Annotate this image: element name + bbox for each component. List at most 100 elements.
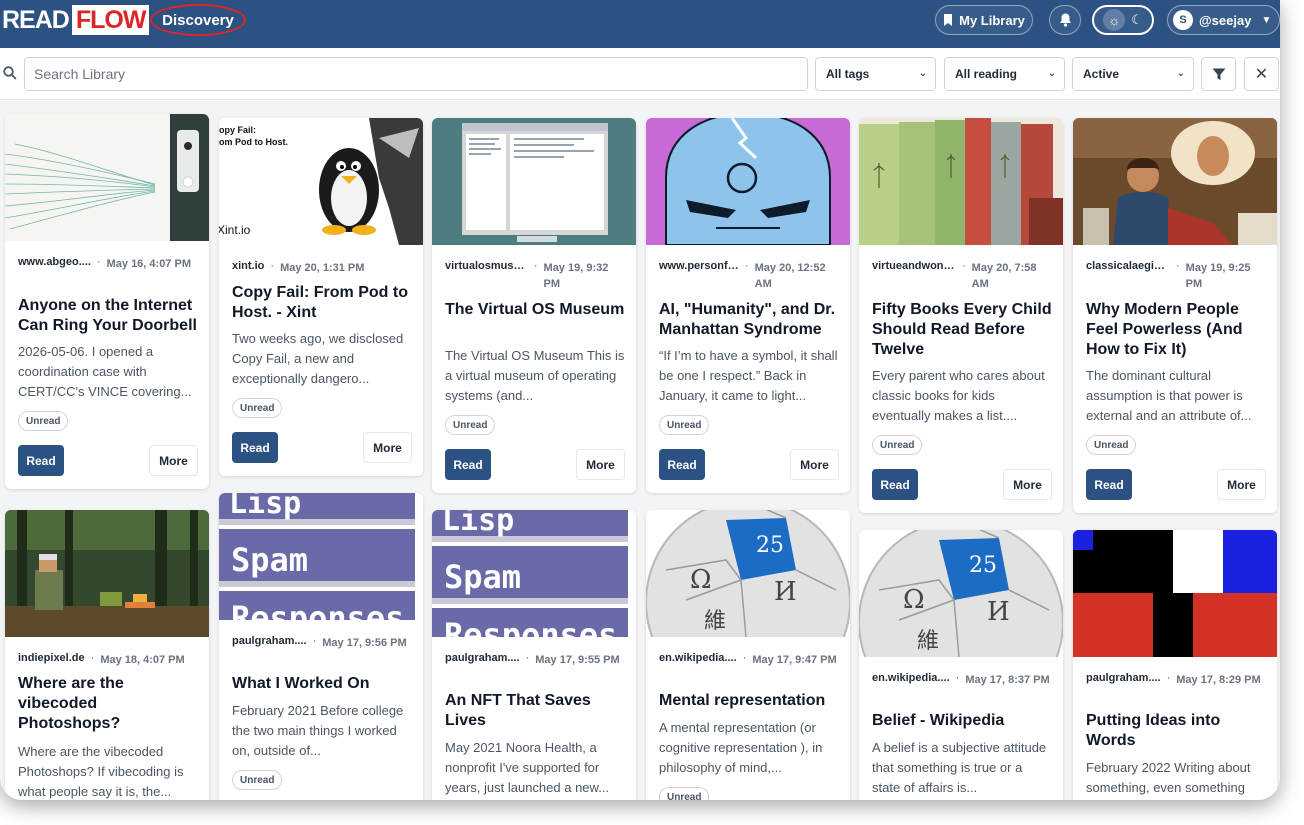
thumb-caption: om Pod to Host. xyxy=(219,137,288,147)
article-title[interactable]: Belief - Wikipedia xyxy=(872,711,1054,731)
article-card[interactable]: www.personfa... · May 20, 12:52 AM AI, "… xyxy=(646,118,850,493)
sun-icon[interactable]: ☼ xyxy=(1103,9,1126,31)
more-button[interactable]: More xyxy=(1003,469,1052,500)
article-excerpt: Two weeks ago, we disclosed Copy Fail, a… xyxy=(232,331,404,386)
article-card[interactable]: virtualosmuse... · May 19, 9:32 PM The V… xyxy=(432,118,636,493)
article-title[interactable]: Putting Ideas into Words xyxy=(1086,711,1268,751)
more-button[interactable]: More xyxy=(576,449,625,480)
username-label: @seejay xyxy=(1199,12,1252,28)
article-card[interactable]: 25 Ω И 維 en.wikipedia.... · May 17, 9:47… xyxy=(646,510,850,800)
article-thumbnail[interactable] xyxy=(1073,118,1277,245)
article-card[interactable]: classicalaegis.su... · May 19, 9:25 PM W… xyxy=(1073,118,1277,513)
tags-filter-select[interactable]: All tags ⌄ xyxy=(815,57,936,91)
unread-badge: Unread xyxy=(872,435,923,455)
article-title[interactable]: AI, "Humanity", and Dr. Manhattan Syndro… xyxy=(659,300,841,340)
article-thumbnail[interactable]: opy Fail: om Pod to Host. Xint.io xyxy=(219,118,423,245)
unread-badge: Unread xyxy=(1086,435,1137,455)
article-thumbnail[interactable]: Lisp Spam Responses xyxy=(219,493,423,620)
user-menu-button[interactable]: S @seejay ▼ xyxy=(1167,5,1280,35)
article-thumbnail[interactable]: Lisp Spam Responses xyxy=(432,510,636,637)
article-title[interactable]: What I Worked On xyxy=(232,674,414,694)
more-button[interactable]: More xyxy=(149,445,198,476)
close-icon: ✕ xyxy=(1254,66,1269,83)
more-button[interactable]: More xyxy=(1217,469,1266,500)
read-button[interactable]: Read xyxy=(1086,469,1132,500)
thumb-word: Responses xyxy=(444,616,617,637)
filter-button[interactable] xyxy=(1201,57,1236,91)
article-title[interactable]: Mental representation xyxy=(659,691,841,711)
article-thumbnail[interactable] xyxy=(646,118,850,245)
article-card[interactable]: 25 Ω И 維 en.wikipedia.... · May 17, 8:37… xyxy=(859,530,1063,800)
more-button[interactable]: More xyxy=(790,449,839,480)
readflow-logo[interactable]: READ FLOW xyxy=(2,5,150,35)
search-input[interactable] xyxy=(24,57,808,91)
article-thumbnail[interactable]: 25 Ω И 維 xyxy=(859,530,1063,657)
article-meta: virtualosmuse... · May 19, 9:32 PM xyxy=(445,260,627,292)
thumb-word: Responses xyxy=(231,599,404,620)
article-thumbnail[interactable] xyxy=(432,118,636,245)
article-card[interactable]: virtueandwond... · May 20, 7:58 AM Fifty… xyxy=(859,118,1063,513)
clear-filters-button[interactable]: ✕ xyxy=(1244,57,1279,91)
article-title[interactable]: An NFT That Saves Lives xyxy=(445,691,627,731)
filter-bar: All tags ⌄ All reading ⌄ Active ⌄ ✕ xyxy=(0,48,1280,100)
article-date: May 18, 4:07 PM xyxy=(100,654,185,666)
thumb-glyph: 25 xyxy=(756,533,784,558)
article-title[interactable]: Copy Fail: From Pod to Host. - Xint xyxy=(232,283,414,323)
reading-filter-value: All reading xyxy=(955,67,1018,81)
article-thumbnail[interactable] xyxy=(5,114,209,241)
article-card[interactable]: paulgraham.... · May 17, 8:29 PM Putting… xyxy=(1073,530,1277,800)
my-library-label: My Library xyxy=(959,12,1025,28)
article-source: virtualosmuse... xyxy=(445,260,528,272)
unread-badge: Unread xyxy=(445,415,496,435)
chevron-down-icon: ▼ xyxy=(1261,14,1272,26)
article-card[interactable]: www.abgeo.... · May 16, 4:07 PM Anyone o… xyxy=(5,114,209,489)
article-card[interactable]: opy Fail: om Pod to Host. Xint.io xint.i… xyxy=(219,118,423,476)
read-button[interactable]: Read xyxy=(232,432,278,463)
more-button[interactable]: More xyxy=(363,432,412,463)
article-date: May 17, 9:47 PM xyxy=(752,654,837,666)
article-meta: www.abgeo.... · May 16, 4:07 PM xyxy=(18,256,191,270)
my-library-button[interactable]: My Library xyxy=(935,5,1033,35)
thumb-glyph: 維 xyxy=(704,609,726,634)
article-thumbnail[interactable] xyxy=(859,118,1063,245)
article-meta: en.wikipedia.... · May 17, 8:37 PM xyxy=(872,672,1050,686)
article-thumbnail[interactable] xyxy=(5,510,209,637)
status-filter-select[interactable]: Active ⌄ xyxy=(1072,57,1194,91)
funnel-icon xyxy=(1212,68,1225,80)
unread-badge: Unread xyxy=(232,770,283,790)
article-thumbnail[interactable]: 25 Ω И 維 xyxy=(646,510,850,637)
chevron-down-icon: ⌄ xyxy=(1047,68,1056,79)
article-source: paulgraham.... xyxy=(1086,672,1161,684)
unread-badge: Unread xyxy=(232,398,283,418)
avatar: S xyxy=(1173,10,1193,30)
article-meta: paulgraham.... · May 17, 9:55 PM xyxy=(445,652,620,666)
article-thumbnail[interactable] xyxy=(1073,530,1277,657)
notifications-button[interactable] xyxy=(1049,5,1081,35)
article-excerpt: February 2022 Writing about something, e… xyxy=(1086,760,1251,795)
article-excerpt: The dominant cultural assumption is that… xyxy=(1086,368,1252,423)
article-title[interactable]: The Virtual OS Museum xyxy=(445,300,627,320)
article-title[interactable]: Fifty Books Every Child Should Read Befo… xyxy=(872,300,1054,360)
read-button[interactable]: Read xyxy=(659,449,705,480)
discovery-link[interactable]: Discovery xyxy=(150,4,246,36)
read-button[interactable]: Read xyxy=(872,469,918,500)
article-card[interactable]: Lisp Spam Responses paulgraham.... · May… xyxy=(219,493,423,800)
article-title[interactable]: Why Modern People Feel Powerless (And Ho… xyxy=(1086,300,1268,360)
article-title[interactable]: Where are the vibecoded Photoshops? xyxy=(18,674,200,734)
thumb-word: Lisp xyxy=(229,493,301,521)
moon-icon[interactable]: ☾ xyxy=(1131,12,1143,28)
article-card[interactable]: Lisp Spam Responses paulgraham.... · May… xyxy=(432,510,636,800)
search-icon xyxy=(3,66,17,80)
article-card[interactable]: indiepixel.de · May 18, 4:07 PM Where ar… xyxy=(5,510,209,800)
thumb-word: Spam xyxy=(444,558,521,596)
article-excerpt: A belief is a subjective attitude that s… xyxy=(872,740,1047,795)
read-button[interactable]: Read xyxy=(18,445,64,476)
article-excerpt: Every parent who cares about classic boo… xyxy=(872,368,1045,423)
theme-toggle[interactable]: ☼ ☾ xyxy=(1092,5,1154,35)
article-meta: www.personfa... · May 20, 12:52 AM xyxy=(659,260,841,292)
reading-filter-select[interactable]: All reading ⌄ xyxy=(944,57,1065,91)
article-title[interactable]: Anyone on the Internet Can Ring Your Doo… xyxy=(18,296,200,336)
thumb-glyph: И xyxy=(774,577,797,607)
read-button[interactable]: Read xyxy=(445,449,491,480)
logo-read-text: READ xyxy=(2,5,70,34)
